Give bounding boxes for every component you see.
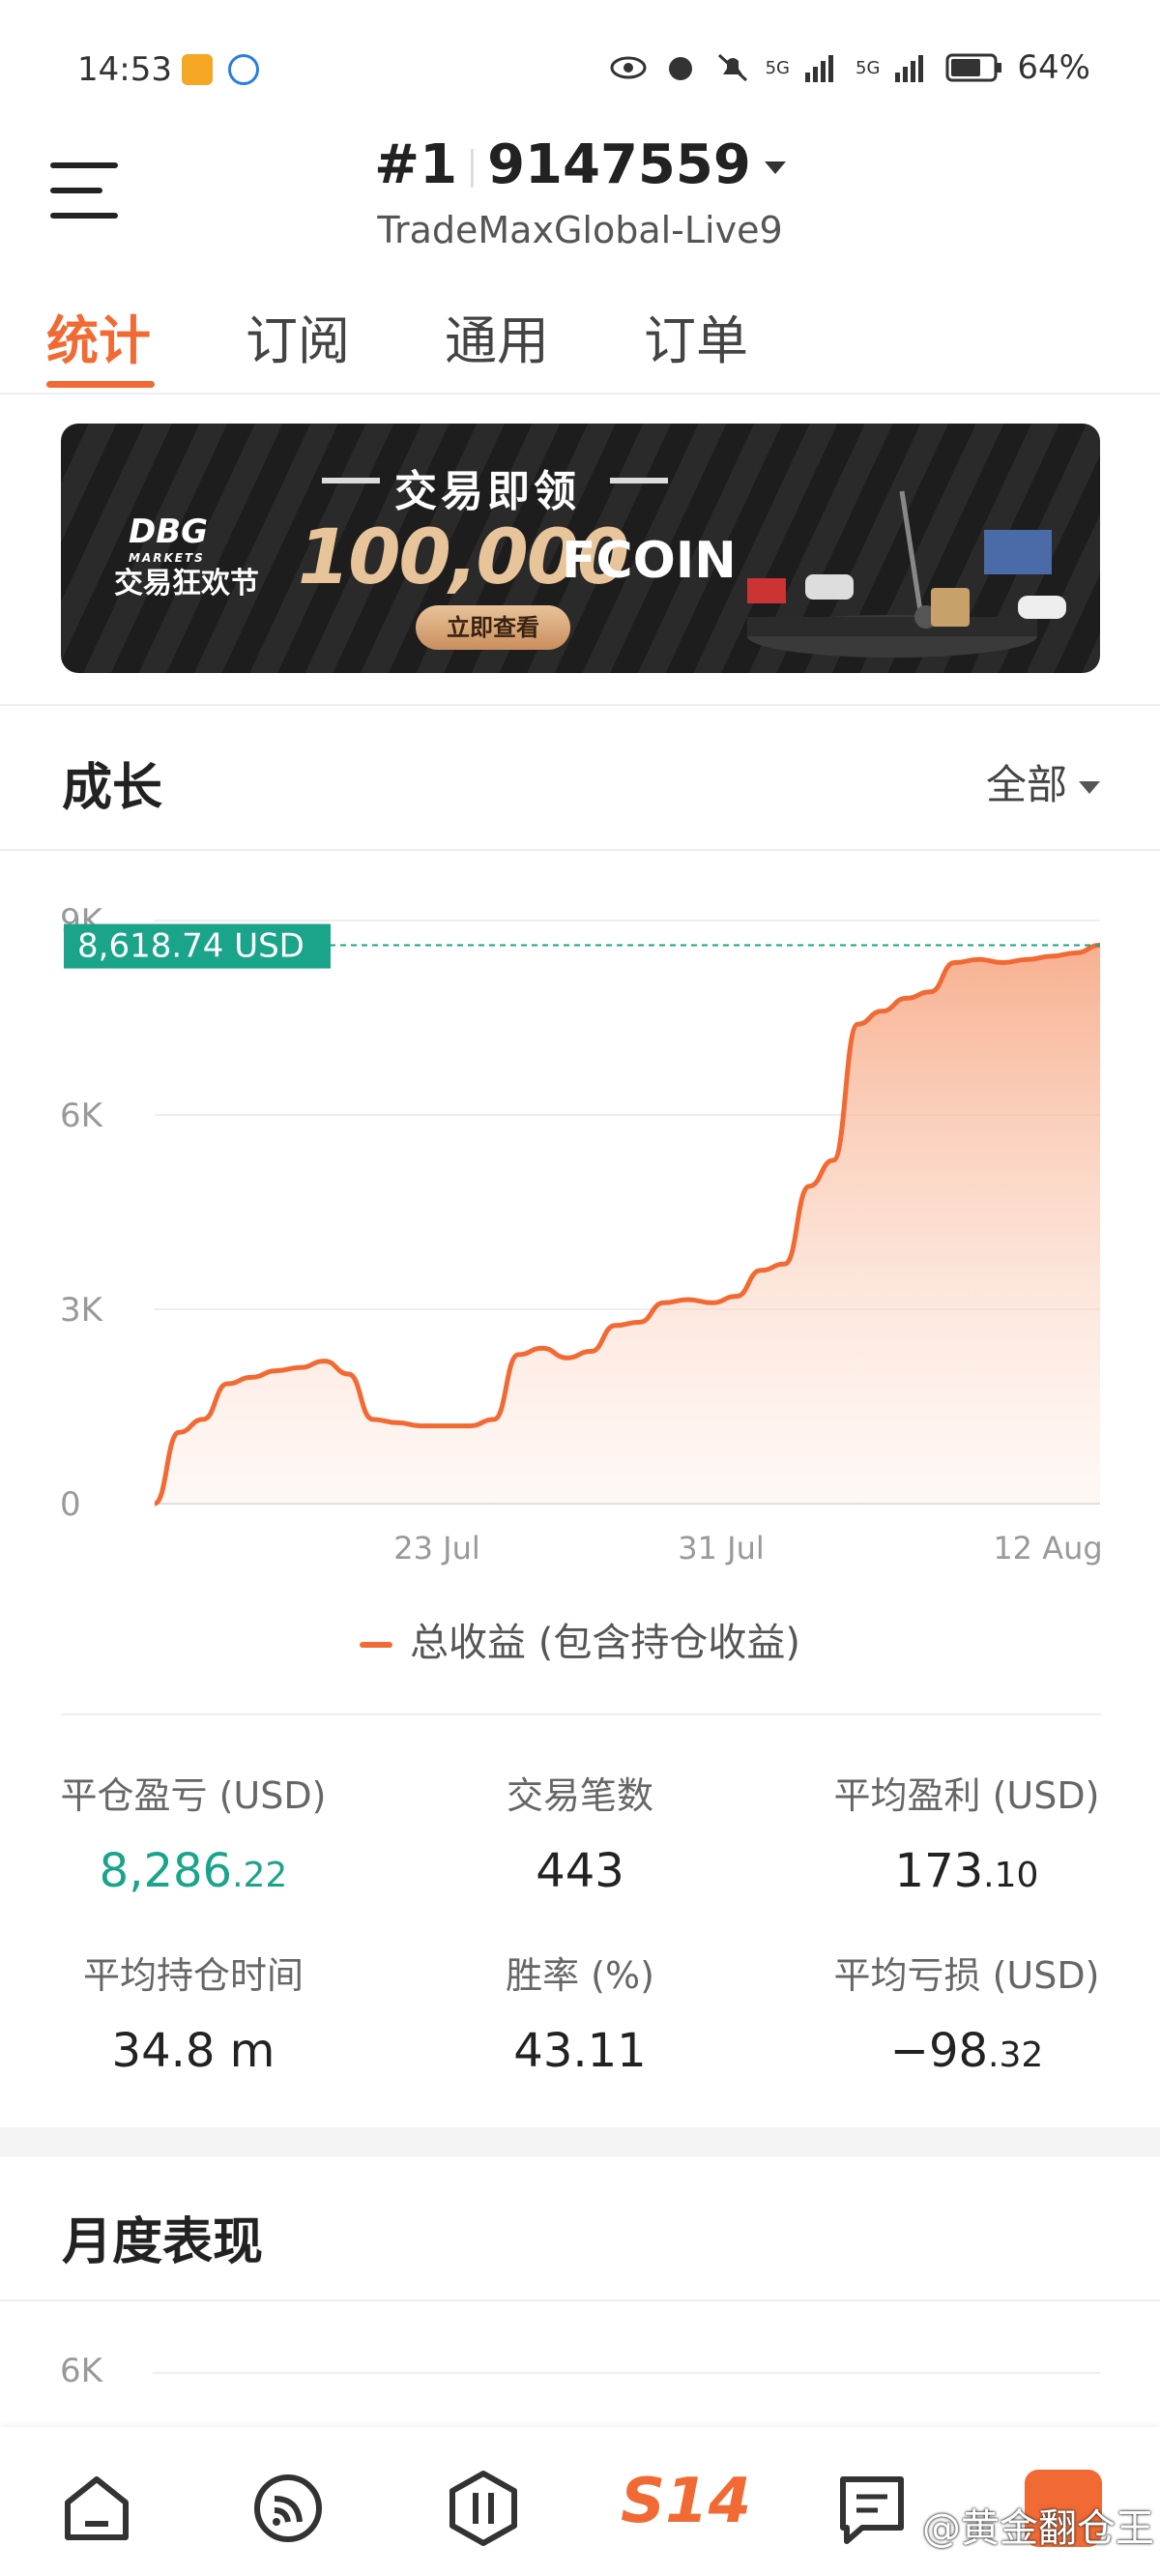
stat-avg-loss: 平均亏损 (USD) −98.32 (773, 1946, 1160, 2078)
divider (0, 393, 1160, 395)
bottom-nav: S14 @黄金翻仓王 (0, 2427, 1160, 2576)
scope-select[interactable]: 全部 (986, 752, 1100, 811)
watermark: @黄金翻仓王 (922, 2506, 1154, 2551)
banner-festival: 交易狂欢节 (114, 567, 259, 600)
stat-value: 8,286.22 (99, 1844, 288, 1898)
y-tick-label: 0 (60, 1485, 81, 1524)
growth-title: 成长 (62, 759, 163, 817)
monthly-title: 月度表现 (62, 2213, 264, 2271)
divider (62, 1713, 1101, 1715)
monthly-y-tick: 6K (60, 2352, 102, 2390)
stat-win-rate: 胜率 (%) 43.11 (387, 1946, 773, 2078)
stat-value: −98.32 (889, 2024, 1044, 2078)
scope-value: 全部 (985, 761, 1067, 808)
stat-label: 胜率 (%) (506, 1954, 654, 1997)
stat-label: 平均亏损 (USD) (833, 1954, 1100, 1997)
legend-swatch (360, 1642, 393, 1648)
banner-products-image (747, 490, 1066, 658)
stat-trade-count: 交易笔数 443 (387, 1766, 773, 1898)
chat-icon[interactable] (833, 2470, 911, 2547)
current-value-label: 8,618.74 USD (77, 927, 304, 966)
divider (0, 849, 1160, 851)
stat-label: 平仓盈亏 (USD) (60, 1774, 327, 1817)
growth-area (155, 945, 1100, 1504)
status-time: 14:53 (77, 50, 172, 89)
stat-avg-hold-time: 平均持仓时间 34.8 m (0, 1946, 387, 2078)
account-rank: #1 (374, 133, 458, 196)
growth-chart[interactable]: 03K6K9K 8,618.74 USD 23 Jul 31 Jul 12 Aug (0, 890, 1160, 1566)
divider (0, 704, 1160, 706)
mute-icon (717, 53, 747, 82)
stat-value: 43.11 (513, 2024, 647, 2078)
battery-icon (945, 53, 1002, 82)
tab-general[interactable]: 通用 (445, 298, 644, 374)
server-name: TradeMaxGlobal-Live9 (377, 209, 783, 251)
alarm-icon (668, 57, 692, 80)
signal-label-2: 5G (856, 57, 881, 78)
x-tick-label: 12 Aug (993, 1530, 1102, 1566)
stat-value: 34.8 m (111, 2024, 276, 2078)
s14-tab[interactable]: S14 (621, 2466, 751, 2537)
eye-icon (610, 56, 647, 79)
signal-label-1: 5G (765, 57, 791, 78)
banner-wing-right (610, 478, 668, 483)
account-number: 9147559 (487, 133, 751, 196)
legend-label: 总收益 (包含持仓收益) (410, 1621, 800, 1665)
status-right: 5G 5G 64% (609, 48, 1090, 87)
tab-bar: 统计 订阅 通用 订单 (46, 298, 843, 388)
chevron-down-icon (1079, 781, 1100, 794)
section-separator (0, 2127, 1160, 2156)
stat-label: 交易笔数 (506, 1774, 653, 1817)
y-tick-label: 3K (60, 1291, 104, 1330)
x-tick-label: 31 Jul (678, 1530, 765, 1566)
stat-label: 平均盈利 (USD) (833, 1774, 1100, 1817)
banner-currency: FCOIN (562, 532, 737, 590)
feed-icon[interactable] (249, 2470, 327, 2547)
signal-icon-2 (895, 55, 924, 82)
x-tick-label: 23 Jul (393, 1530, 480, 1566)
promo-banner[interactable]: DBG MARKETS 交易狂欢节 交易即领 100,000 FCOIN 立即查看 (61, 424, 1100, 673)
monthly-gridline (153, 2372, 1100, 2374)
stat-avg-profit: 平均盈利 (USD) 173.10 (773, 1766, 1160, 1898)
stat-value: 173.10 (894, 1844, 1039, 1898)
banner-headline: 交易即领 (394, 467, 580, 516)
chart-legend: 总收益 (包含持仓收益) (0, 1611, 1160, 1667)
banner-cta-button[interactable]: 立即查看 (416, 605, 570, 650)
stat-label: 平均持仓时间 (82, 1954, 304, 1997)
tab-orders[interactable]: 订单 (644, 298, 843, 374)
divider (0, 2299, 1160, 2301)
status-bar: 14:53 5G 5G 64% (0, 0, 1160, 135)
account-selector[interactable]: #1 9147559 (0, 133, 1160, 196)
tab-statistics[interactable]: 统计 (46, 298, 246, 388)
banner-logo: DBG MARKETS (129, 512, 209, 565)
home-icon[interactable] (58, 2470, 135, 2547)
app-notification-icon (182, 54, 213, 85)
chevron-down-icon (764, 161, 786, 175)
app-notification-icon-2 (228, 54, 259, 85)
y-tick-label: 6K (60, 1097, 104, 1135)
signal-icon (805, 55, 834, 82)
stat-value: 443 (536, 1844, 624, 1898)
banner-wing-left (322, 478, 380, 483)
tab-subscribe[interactable]: 订阅 (246, 298, 445, 374)
trade-icon[interactable] (445, 2470, 522, 2547)
battery-percent: 64% (1017, 48, 1090, 87)
stat-closed-pnl: 平仓盈亏 (USD) 8,286.22 (0, 1766, 387, 1898)
